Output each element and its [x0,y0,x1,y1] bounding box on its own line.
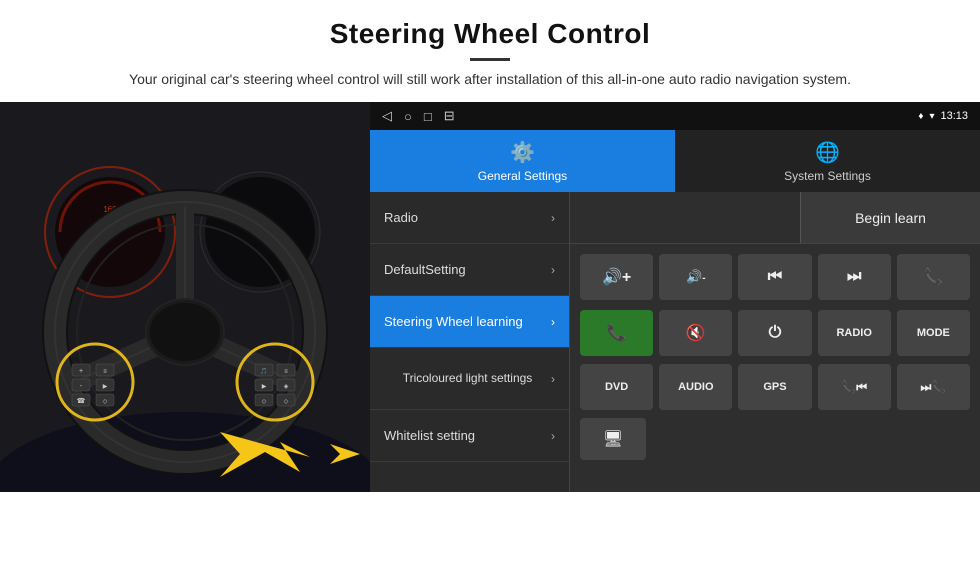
svg-text:≡: ≡ [103,369,107,375]
page-header: Steering Wheel Control Your original car… [0,0,980,102]
screen-button[interactable]: 🖥 [580,418,646,460]
radio-label: RADIO [836,327,871,339]
screen-icon: 🖥 [603,429,623,449]
menu-item-radio[interactable]: Radio › [370,192,569,244]
mode-label: MODE [917,327,950,339]
prev-track-button[interactable]: ⏮ [738,254,811,300]
vol-down-button[interactable]: 🔊- [659,254,732,300]
location-icon: ♦ [918,111,923,122]
menu-tricoloured-label: Tricoloured light settings [384,371,551,387]
call-icon: 📞 [923,267,943,287]
gps-label: GPS [763,381,786,393]
menu-radio-label: Radio [384,210,551,225]
svg-text:◇: ◇ [284,399,289,405]
prev-track-icon: ⏮ [768,268,782,286]
signal-icon: ▾ [929,111,934,122]
menu-item-steering[interactable]: Steering Wheel learning › [370,296,569,348]
power-icon: ⏻ [769,324,782,342]
menu-item-whitelist[interactable]: Whitelist setting › [370,410,569,462]
main-content: 160 km/h [0,102,980,492]
home-icon[interactable]: ○ [404,109,412,124]
dvd-label: DVD [605,381,628,393]
back-icon[interactable]: ◁ [382,108,392,124]
svg-text:▶: ▶ [103,384,108,390]
call-prev-button[interactable]: 📞⏮ [818,364,891,410]
recents-icon[interactable]: □ [424,109,432,124]
mute-button[interactable]: 🔇 [659,310,732,356]
chevron-right-icon: › [551,211,555,225]
radio-button[interactable]: RADIO [818,310,891,356]
settings-menu: Radio › DefaultSetting › Steering Wheel … [370,192,570,492]
car-image: 160 km/h [0,102,370,492]
menu-icon[interactable]: ⊟ [444,108,455,124]
control-buttons-row4: 🖥 [570,418,980,466]
page-subtitle: Your original car's steering wheel contr… [60,69,920,90]
svg-text:+: + [79,368,83,375]
vol-up-icon: 🔊+ [602,267,631,287]
chevron-right-icon: › [551,263,555,277]
panel-top-row: Begin learn [570,192,980,244]
status-bar: ◁ ○ □ ⊟ ♦ ▾ 13:13 [370,102,980,130]
call-prev-icon: 📞⏮ [841,380,867,395]
menu-item-tricoloured[interactable]: Tricoloured light settings › [370,348,569,410]
panel-empty-space [570,192,800,243]
answer-icon: 📞 [607,323,627,343]
mute-icon: 🔇 [686,323,706,343]
android-unit: ◁ ○ □ ⊟ ♦ ▾ 13:13 ⚙️ General Settings 🌐 … [370,102,980,492]
begin-learn-label: Begin learn [855,210,926,226]
vol-up-button[interactable]: 🔊+ [580,254,653,300]
audio-label: AUDIO [678,381,713,393]
svg-text:◇: ◇ [262,399,267,405]
title-divider [470,58,510,61]
svg-text:▶: ▶ [262,384,267,390]
next-track-icon: ⏭ [847,268,861,286]
next-track-button[interactable]: ⏭ [818,254,891,300]
menu-whitelist-label: Whitelist setting [384,428,551,443]
tab-bar: ⚙️ General Settings 🌐 System Settings [370,130,980,192]
page-title: Steering Wheel Control [60,18,920,50]
begin-learn-button[interactable]: Begin learn [800,192,980,243]
tab-system[interactable]: 🌐 System Settings [675,130,980,192]
chevron-right-icon: › [551,429,555,443]
svg-text:🎵: 🎵 [260,367,267,375]
general-settings-icon: ⚙️ [510,140,535,165]
tab-system-label: System Settings [784,169,871,183]
chevron-right-icon: › [551,372,555,386]
chevron-right-icon: › [551,315,555,329]
answer-button[interactable]: 📞 [580,310,653,356]
svg-text:◈: ◈ [284,384,289,390]
settings-panel: Begin learn 🔊+ 🔊- ⏮ ⏭ [570,192,980,492]
svg-text:≡: ≡ [284,369,288,375]
control-buttons-row2: 📞 🔇 ⏻ RADIO MODE [570,310,980,364]
mode-button[interactable]: MODE [897,310,970,356]
settings-content: Radio › DefaultSetting › Steering Wheel … [370,192,980,492]
power-button[interactable]: ⏻ [738,310,811,356]
tab-general[interactable]: ⚙️ General Settings [370,130,675,192]
audio-button[interactable]: AUDIO [659,364,732,410]
call-next-button[interactable]: ⏭📞 [897,364,970,410]
system-settings-icon: 🌐 [815,140,840,165]
svg-text:◇: ◇ [103,399,108,405]
call-button[interactable]: 📞 [897,254,970,300]
call-next-icon: ⏭📞 [921,380,947,395]
menu-item-default[interactable]: DefaultSetting › [370,244,569,296]
control-buttons-row1: 🔊+ 🔊- ⏮ ⏭ 📞 [570,244,980,310]
dvd-button[interactable]: DVD [580,364,653,410]
svg-text:☎: ☎ [77,397,86,405]
time-display: 13:13 [940,110,968,122]
menu-steering-label: Steering Wheel learning [384,314,551,329]
gps-button[interactable]: GPS [738,364,811,410]
nav-icons: ◁ ○ □ ⊟ [382,108,455,124]
menu-default-label: DefaultSetting [384,262,551,277]
control-buttons-row3: DVD AUDIO GPS 📞⏮ ⏭📞 [570,364,980,418]
status-icons: ♦ ▾ 13:13 [918,110,968,122]
tab-general-label: General Settings [478,169,567,183]
vol-down-icon: 🔊- [686,269,706,285]
